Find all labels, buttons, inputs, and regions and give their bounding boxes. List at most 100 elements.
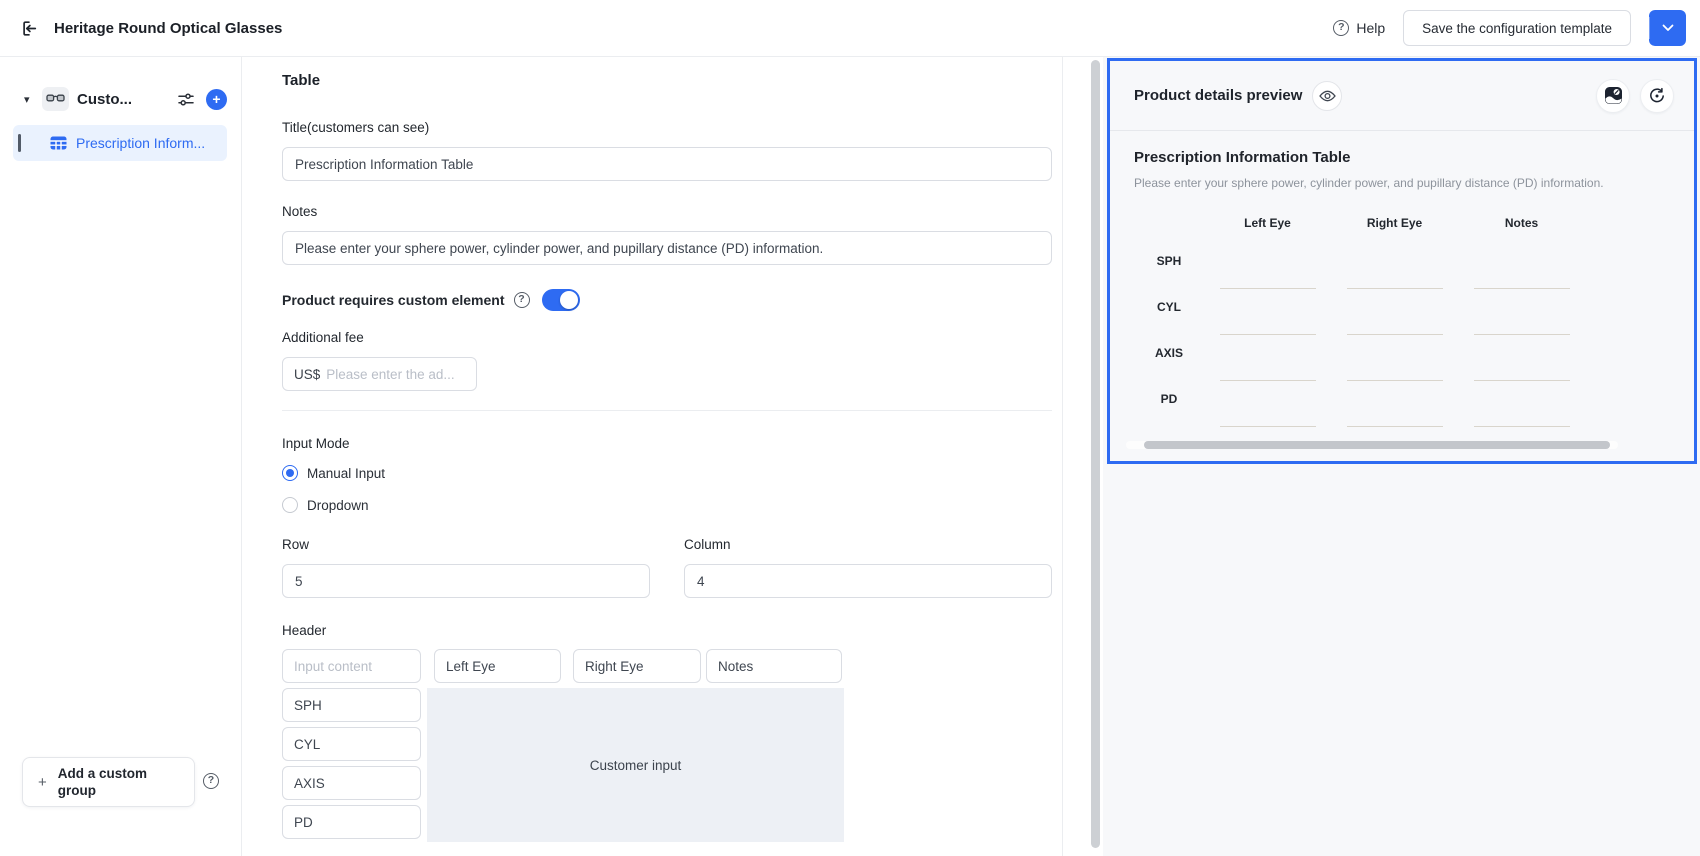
notes-input[interactable]: [282, 231, 1052, 265]
input-underline: [1347, 323, 1443, 335]
vertical-scrollbar[interactable]: [1091, 60, 1100, 848]
input-underline: [1220, 323, 1316, 335]
sidebar-item-prescription-table[interactable]: Prescription Inform...: [13, 125, 227, 161]
preview-input-field[interactable]: [1331, 415, 1458, 427]
eye-icon: [1319, 90, 1336, 102]
preview-table-row: SPH: [1134, 243, 1670, 289]
preview-row-header: PD: [1134, 392, 1204, 406]
grid-corner-input[interactable]: [282, 649, 421, 683]
notes-field-label: Notes: [282, 204, 1052, 222]
column-field-label: Column: [684, 537, 1052, 555]
row-field-label: Row: [282, 537, 650, 555]
help-icon: ?: [1333, 20, 1349, 36]
preview-input-field[interactable]: [1458, 323, 1585, 335]
grid-row-header-input[interactable]: [282, 727, 421, 761]
help-link[interactable]: ? Help: [1333, 20, 1385, 36]
preview-input-field[interactable]: [1458, 415, 1585, 427]
custom-element-help-icon[interactable]: ?: [514, 292, 530, 308]
back-button[interactable]: [16, 15, 42, 41]
save-template-button[interactable]: Save the configuration template: [1403, 10, 1631, 46]
caret-down-icon[interactable]: ▾: [24, 93, 38, 106]
add-element-button[interactable]: +: [206, 89, 227, 110]
grid-row-header-input[interactable]: [282, 766, 421, 800]
custom-element-toggle[interactable]: [542, 289, 580, 311]
refresh-icon: [1648, 87, 1666, 105]
preview-input-field[interactable]: [1331, 323, 1458, 335]
preview-row-header: AXIS: [1134, 346, 1204, 360]
preview-input-field[interactable]: [1204, 415, 1331, 427]
image-edit-icon: [1604, 86, 1623, 105]
product-details-preview-panel: Product details preview: [1107, 58, 1697, 464]
input-underline: [1347, 277, 1443, 289]
scrollbar-thumb[interactable]: [1144, 441, 1610, 449]
add-group-help-icon[interactable]: ?: [203, 773, 219, 789]
preview-header: Product details preview: [1110, 61, 1694, 131]
add-custom-group-button[interactable]: + Add a custom group: [22, 757, 195, 807]
page-title: Heritage Round Optical Glasses: [54, 20, 282, 37]
grid-column-header-input[interactable]: [706, 649, 842, 683]
fee-input-group: US$: [282, 357, 477, 391]
input-underline: [1220, 369, 1316, 381]
grid-column-header-input[interactable]: [434, 649, 561, 683]
drag-handle[interactable]: [18, 134, 21, 152]
preview-table-row: PD: [1134, 381, 1670, 427]
preview-input-field[interactable]: [1458, 277, 1585, 289]
preview-column-headers: Left Eye Right Eye Notes: [1134, 203, 1670, 243]
preview-table-row: CYL: [1134, 289, 1670, 335]
preview-column-header: Notes: [1458, 216, 1585, 230]
scrollbar-thumb[interactable]: [1091, 60, 1100, 848]
preview-horizontal-scrollbar[interactable]: [1126, 441, 1618, 449]
sidebar-group-label: Custo...: [77, 91, 132, 108]
input-mode-label: Input Mode: [282, 436, 1052, 454]
preview-visibility-button[interactable]: [1312, 81, 1342, 111]
preview-row-header: SPH: [1134, 254, 1204, 268]
input-underline: [1347, 415, 1443, 427]
preview-refresh-button[interactable]: [1640, 79, 1674, 113]
preview-body: Prescription Information Table Please en…: [1110, 131, 1694, 427]
input-underline: [1220, 415, 1316, 427]
preview-input-field[interactable]: [1204, 323, 1331, 335]
sidebar: ▾ Custo... +: [0, 57, 242, 856]
preview-input-field[interactable]: [1204, 369, 1331, 381]
input-underline: [1474, 323, 1570, 335]
toggle-knob: [560, 291, 578, 309]
grid-column-header-input[interactable]: [573, 649, 701, 683]
preview-image-edit-button[interactable]: [1596, 79, 1630, 113]
preview-input-field[interactable]: [1331, 277, 1458, 289]
preview-region: Product details preview: [1103, 57, 1700, 856]
section-title: Table: [282, 72, 1052, 92]
save-activate-more-button[interactable]: [1650, 10, 1686, 46]
grid-row-header-input[interactable]: [282, 805, 421, 839]
divider: [282, 410, 1052, 411]
preview-table-row: AXIS: [1134, 335, 1670, 381]
column-count-input[interactable]: [684, 564, 1052, 598]
header-grid: Customer input: [282, 649, 844, 839]
sidebar-item-label: Prescription Inform...: [76, 135, 205, 151]
fee-field-label: Additional fee: [282, 330, 1052, 348]
plus-icon: +: [38, 774, 47, 791]
header-grid-label: Header: [282, 623, 1052, 641]
customer-input-area: Customer input: [427, 688, 844, 842]
fee-input[interactable]: [326, 367, 465, 382]
preview-input-field[interactable]: [1204, 277, 1331, 289]
chevron-down-icon: [1662, 24, 1674, 32]
main-content: Table Title(customers can see) Notes Pro…: [242, 57, 1063, 856]
row-count-input[interactable]: [282, 564, 650, 598]
sliders-icon: [177, 92, 195, 107]
plus-icon: +: [212, 91, 220, 107]
input-underline: [1474, 415, 1570, 427]
grid-row-header-input[interactable]: [282, 688, 421, 722]
fee-currency-prefix: US$: [294, 367, 320, 382]
preview-input-field[interactable]: [1331, 369, 1458, 381]
radio-manual-input[interactable]: Manual Input: [282, 463, 1052, 483]
input-underline: [1347, 369, 1443, 381]
title-input[interactable]: [282, 147, 1052, 181]
sidebar-group-custom[interactable]: ▾ Custo... +: [0, 79, 241, 119]
preview-input-field[interactable]: [1458, 369, 1585, 381]
back-icon: [20, 19, 39, 38]
radio-dropdown[interactable]: Dropdown: [282, 495, 1052, 515]
group-settings-button[interactable]: [176, 89, 196, 109]
help-label: Help: [1356, 20, 1385, 36]
table-icon: [50, 136, 67, 150]
preview-table-description: Please enter your sphere power, cylinder…: [1134, 176, 1670, 191]
